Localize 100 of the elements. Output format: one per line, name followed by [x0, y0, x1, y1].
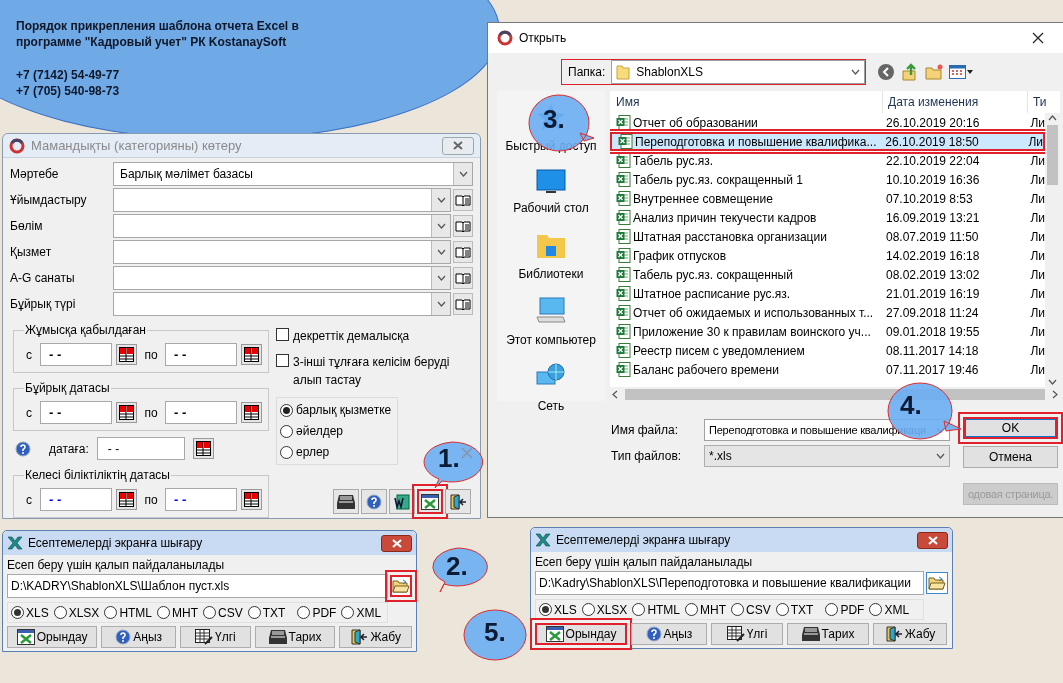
- date-field[interactable]: - -: [40, 343, 112, 366]
- lookup-button[interactable]: [453, 267, 473, 289]
- radio-button[interactable]: [203, 606, 217, 619]
- dialog-button[interactable]: Тарих: [787, 623, 869, 645]
- radio-button[interactable]: [632, 603, 646, 616]
- file-row[interactable]: Реестр писем с уведомлением 08.11.2017 14:18 Ли: [610, 341, 1045, 360]
- date-field[interactable]: - -: [40, 488, 112, 511]
- checkbox[interactable]: [276, 328, 289, 341]
- calendar-button[interactable]: [116, 344, 137, 365]
- file-row[interactable]: Баланс рабочего времени 07.11.2017 19:46 Ли: [610, 360, 1045, 379]
- calendar-button[interactable]: [192, 438, 214, 459]
- calendar-icon: [119, 492, 134, 507]
- place-label[interactable]: Библиотеки: [518, 265, 584, 283]
- file-type-dropdown[interactable]: *.xls: [704, 445, 950, 467]
- file-name: График отпусков: [633, 247, 727, 265]
- dialog-button[interactable]: Отмена: [963, 446, 1058, 468]
- radio-button[interactable]: [775, 603, 789, 616]
- file-row[interactable]: График отпусков 14.02.2019 16:18 Ли: [610, 246, 1045, 265]
- file-row[interactable]: Штатное расписание рус.яз. 21.01.2019 16:19 Ли: [610, 284, 1045, 303]
- checkbox[interactable]: [276, 354, 289, 367]
- file-row[interactable]: Табель рус.яз. 22.10.2019 22:04 Ли: [610, 151, 1045, 170]
- dialog-button[interactable]: Тарих: [254, 626, 336, 648]
- file-row[interactable]: Штатная расстановка организации 08.07.2019 11:50 Ли: [610, 227, 1045, 246]
- file-row[interactable]: Табель рус.яз. сокращенный 1 10.10.2019 16:36 Ли: [610, 170, 1045, 189]
- radio-button[interactable]: [539, 603, 552, 616]
- place-label[interactable]: Рабочий стол: [513, 199, 589, 217]
- scroll-thumb[interactable]: [1047, 125, 1058, 185]
- calendar-button[interactable]: [241, 489, 262, 510]
- dropdown-field[interactable]: [113, 292, 451, 316]
- calendar-button[interactable]: [241, 402, 262, 423]
- dropdown-field[interactable]: [113, 214, 451, 238]
- radio-button[interactable]: [685, 603, 699, 616]
- spreadsheet-file-icon: [616, 324, 631, 339]
- file-row[interactable]: Анализ причин текучести кадров 16.09.2019 13:21 Ли: [610, 208, 1045, 227]
- path-field[interactable]: D:\Kadry\ShablonXLS\Переподготовка и повышение квалификации: [535, 571, 925, 595]
- calendar-button[interactable]: [116, 402, 137, 423]
- dialog-button[interactable]: Орындау: [7, 626, 98, 648]
- dropdown-field[interactable]: [113, 266, 451, 290]
- lookup-button[interactable]: [453, 241, 473, 263]
- help-icon: [366, 493, 382, 510]
- radio-button[interactable]: [11, 606, 24, 619]
- radio-button[interactable]: [280, 403, 293, 417]
- folder-dropdown[interactable]: ShablonXLS: [611, 60, 866, 84]
- column-header[interactable]: Имя: [610, 91, 882, 113]
- radio-button[interactable]: [581, 603, 595, 616]
- close-button[interactable]: [917, 531, 948, 549]
- chevron-down-icon: [436, 275, 446, 281]
- calendar-button[interactable]: [241, 344, 262, 365]
- place-label[interactable]: Этот компьютер: [506, 331, 596, 349]
- calendar-button[interactable]: [116, 489, 137, 510]
- path-field[interactable]: D:\KADRY\ShablonXLS\Шаблон пуст.xls: [7, 574, 388, 598]
- radio-button[interactable]: [869, 603, 883, 616]
- lookup-button[interactable]: [453, 189, 473, 211]
- date-field[interactable]: - -: [165, 343, 237, 366]
- step-number: 4.: [900, 390, 922, 420]
- radio-button[interactable]: [247, 606, 261, 619]
- lookup-button[interactable]: [453, 215, 473, 237]
- dialog-button[interactable]: Жабу: [873, 623, 947, 645]
- dropdown-field[interactable]: Барлық мәлімет базасы: [113, 162, 473, 186]
- dialog-button[interactable]: Жабу: [339, 626, 412, 648]
- file-type: Ли: [1029, 190, 1045, 208]
- place-label[interactable]: Сеть: [537, 397, 565, 415]
- date-field[interactable]: - -: [165, 401, 237, 424]
- book-icon: [455, 272, 471, 284]
- close-button[interactable]: [381, 534, 412, 552]
- file-row[interactable]: Отчет об образовании 26.10.2019 20:16 Ли: [610, 113, 1045, 132]
- radio-button[interactable]: [825, 603, 839, 616]
- radio-label: HTML: [647, 601, 681, 619]
- dropdown-field[interactable]: [113, 240, 451, 264]
- toolbar-button[interactable]: [333, 489, 359, 514]
- radio-button[interactable]: [157, 606, 171, 619]
- file-row[interactable]: Приложение 30 к правилам воинского уч... 09.01.2018 19:55 Ли: [610, 322, 1045, 341]
- radio-button[interactable]: [280, 445, 293, 459]
- file-row[interactable]: Табель рус.яз. сокращенный 08.02.2019 13:02 Ли: [610, 265, 1045, 284]
- lookup-button[interactable]: [453, 293, 473, 315]
- radio-button[interactable]: [280, 424, 293, 438]
- radio-button[interactable]: [53, 606, 67, 619]
- radio-button[interactable]: [341, 606, 355, 619]
- file-row[interactable]: Внутреннее совмещение 07.10.2019 8:53 Ли: [610, 189, 1045, 208]
- column-header[interactable]: Дата изменения: [882, 91, 1027, 113]
- radio-button[interactable]: [104, 606, 118, 619]
- browse-button[interactable]: [926, 572, 948, 594]
- dropdown-field[interactable]: [113, 188, 451, 212]
- toolbar-button[interactable]: [389, 489, 415, 514]
- dialog-button[interactable]: Аңыз: [101, 626, 177, 648]
- ring-logo-icon: [9, 137, 25, 154]
- date-field[interactable]: - -: [96, 437, 185, 460]
- folder-picker[interactable]: Папка: ShablonXLS: [562, 60, 866, 84]
- help-icon: [15, 440, 31, 457]
- date-field[interactable]: - -: [165, 488, 237, 511]
- chevron-down-icon: [436, 249, 446, 255]
- file-row[interactable]: Переподготовка и повышение квалифика... 26.10.2019 18:50 Ли: [610, 132, 1045, 151]
- radio-button[interactable]: [731, 603, 745, 616]
- dialog-button[interactable]: Үлгі: [711, 623, 783, 645]
- file-row[interactable]: Отчет об ожидаемых и использованных т... 27.09.2018 11:24 Ли: [610, 303, 1045, 322]
- dialog-button[interactable]: Аңыз: [631, 623, 707, 645]
- dialog-button[interactable]: Үлгі: [180, 626, 251, 648]
- date-field[interactable]: - -: [40, 401, 112, 424]
- toolbar-button[interactable]: [445, 489, 471, 514]
- radio-button[interactable]: [297, 606, 311, 619]
